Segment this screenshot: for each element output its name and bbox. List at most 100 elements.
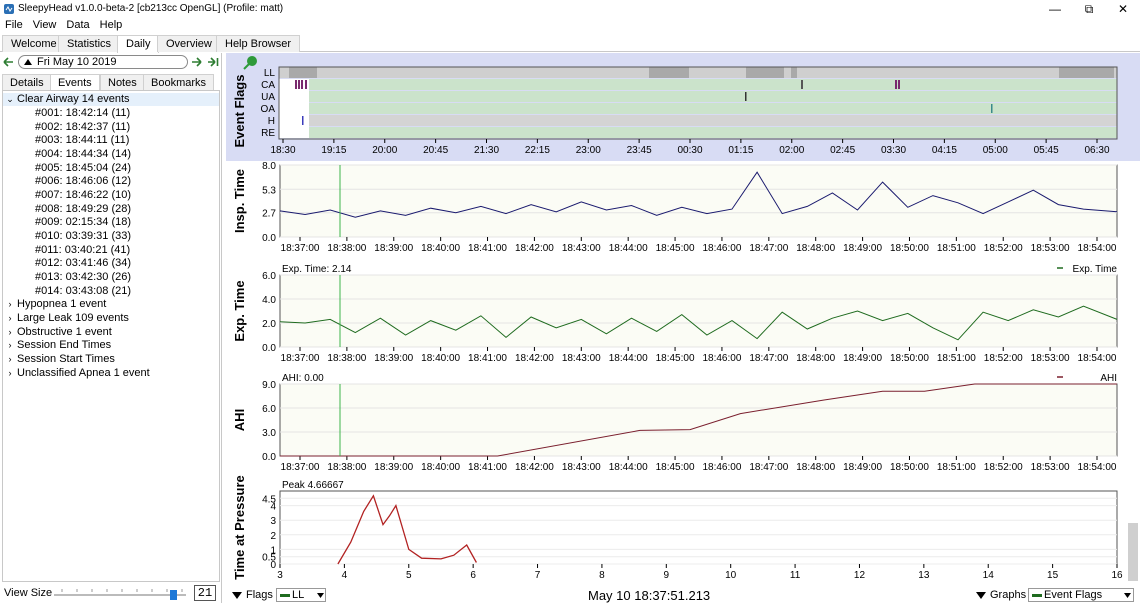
tree-event[interactable]: #012: 03:41:46 (34) xyxy=(35,257,131,270)
x-tick-label: 18:41:00 xyxy=(468,353,507,364)
graphs-toggle-icon[interactable] xyxy=(976,592,986,599)
tab-events[interactable]: Events xyxy=(50,74,100,90)
flag-row-band xyxy=(279,91,1117,102)
flags-tick-label: 01:15 xyxy=(728,145,753,156)
tree-group-label: Obstructive 1 event xyxy=(17,326,112,338)
expand-arrow-icon[interactable]: › xyxy=(3,339,17,352)
x-tick-label: 18:50:00 xyxy=(890,462,929,473)
tree-group-label: Session Start Times xyxy=(17,353,115,365)
graphs-select[interactable]: Event Flags xyxy=(1028,588,1134,602)
tree-event[interactable]: #014: 03:43:08 (21) xyxy=(35,285,131,298)
x-tick-label: 18:39:00 xyxy=(374,462,413,473)
tree-event[interactable]: #005: 18:45:04 (24) xyxy=(35,162,131,175)
menu-bar: File View Data Help xyxy=(0,18,1140,34)
tree-event[interactable]: #008: 18:49:29 (28) xyxy=(35,203,131,216)
graphs-canvas[interactable]: Event Flags LLCAUAOAHRE 18:30 19:15 20:00 20:… xyxy=(226,53,1140,588)
tree-event[interactable]: #011: 03:40:21 (41) xyxy=(35,244,130,257)
x-tick-label: 18:42:00 xyxy=(515,243,554,254)
y-tick-label: 4 xyxy=(270,502,276,513)
menu-help[interactable]: Help xyxy=(95,18,128,31)
flags-tick-label: 23:45 xyxy=(627,145,652,156)
x-tick-label: 18:45:00 xyxy=(656,243,695,254)
title-bar: SleepyHead v1.0.0-beta-2 [cb213cc OpenGL… xyxy=(0,0,1140,18)
x-tick-label: 18:47:00 xyxy=(749,243,788,254)
expand-arrow-icon[interactable]: › xyxy=(3,312,17,325)
flags-toggle-icon[interactable] xyxy=(232,592,242,599)
tree-event[interactable]: #003: 18:44:11 (11) xyxy=(35,134,129,147)
tree-group-clear-airway[interactable]: ⌄ Clear Airway 14 events xyxy=(3,93,219,106)
prev-day-icon[interactable] xyxy=(3,57,15,67)
x-tick-label: 18:54:00 xyxy=(1078,462,1117,473)
menu-data[interactable]: Data xyxy=(61,18,94,31)
graphs-label[interactable]: Graphs xyxy=(990,589,1026,601)
menu-file[interactable]: File xyxy=(0,18,28,31)
flags-label[interactable]: Flags xyxy=(246,589,273,601)
flags-tick-label: 04:15 xyxy=(932,145,957,156)
tree-event[interactable]: #007: 18:46:22 (10) xyxy=(35,189,131,202)
expand-arrow-icon[interactable]: › xyxy=(3,353,17,366)
tree-event[interactable]: #010: 03:39:31 (33) xyxy=(35,230,131,243)
tree-event[interactable]: #009: 02:15:34 (18) xyxy=(35,216,131,229)
y-tick-label: 0.0 xyxy=(262,452,276,463)
x-tick-label: 18:43:00 xyxy=(562,462,601,473)
tab-daily[interactable]: Daily xyxy=(117,35,160,53)
cursor-value-label: Exp. Time: 2.14 xyxy=(282,264,352,275)
tab-statistics[interactable]: Statistics xyxy=(58,35,121,52)
view-size-value[interactable]: 21 xyxy=(194,585,216,601)
tree-group[interactable]: › Session End Times xyxy=(3,339,112,352)
tree-group[interactable]: › Large Leak 109 events xyxy=(3,312,129,325)
tree-group[interactable]: › Hypopnea 1 event xyxy=(3,298,107,311)
x-tick-label: 18:38:00 xyxy=(327,353,366,364)
tab-overview[interactable]: Overview xyxy=(157,35,221,52)
tree-group[interactable]: › Obstructive 1 event xyxy=(3,326,112,339)
flags-select[interactable]: LL xyxy=(276,588,326,602)
tree-event[interactable]: #006: 18:46:06 (12) xyxy=(35,175,131,188)
date-picker[interactable]: Fri May 10 2019 xyxy=(18,55,188,69)
minimize-button[interactable]: — xyxy=(1038,0,1072,18)
graphs-scrollbar[interactable] xyxy=(1128,523,1138,581)
expand-arrow-icon[interactable]: › xyxy=(3,298,17,311)
x-tick-label: 14 xyxy=(983,570,995,581)
calendar-toggle-icon[interactable] xyxy=(24,59,32,65)
expand-arrow-icon[interactable]: › xyxy=(3,326,17,339)
slider-handle[interactable] xyxy=(170,590,177,600)
last-day-icon[interactable] xyxy=(207,57,219,67)
x-tick-label: 10 xyxy=(725,570,737,581)
tab-details[interactable]: Details xyxy=(2,74,52,90)
x-tick-label: 18:47:00 xyxy=(749,353,788,364)
tree-event[interactable]: #001: 18:42:14 (11) xyxy=(35,107,130,120)
menu-view[interactable]: View xyxy=(28,18,62,31)
next-day-icon[interactable] xyxy=(191,57,203,67)
session-start-region xyxy=(279,79,309,138)
y-tick-label: 0.0 xyxy=(262,233,276,244)
chart-axis-label: Exp. Time xyxy=(232,280,247,341)
legend-label: AHI xyxy=(1100,373,1117,384)
large-leak-segment xyxy=(791,67,797,78)
graph-color-swatch xyxy=(1032,594,1042,597)
x-tick-label: 9 xyxy=(664,570,670,581)
chart-frame xyxy=(279,383,1118,457)
close-button[interactable]: ✕ xyxy=(1106,0,1140,18)
flag-row-label: H xyxy=(268,116,275,127)
clear-airway-flag xyxy=(301,80,303,89)
expand-arrow-icon[interactable]: › xyxy=(3,367,17,380)
tree-group[interactable]: › Unclassified Apnea 1 event xyxy=(3,367,150,380)
x-tick-label: 18:49:00 xyxy=(843,462,882,473)
tab-welcome[interactable]: Welcome xyxy=(2,35,66,52)
view-size-slider[interactable] xyxy=(52,589,188,601)
maximize-button[interactable]: ⧉ xyxy=(1072,0,1106,18)
tree-group-label: Unclassified Apnea 1 event xyxy=(17,367,150,379)
x-tick-label: 18:37:00 xyxy=(281,243,320,254)
x-tick-label: 18:46:00 xyxy=(702,353,741,364)
collapse-arrow-icon[interactable]: ⌄ xyxy=(3,93,17,106)
x-tick-label: 18:40:00 xyxy=(421,462,460,473)
tab-notes[interactable]: Notes xyxy=(100,74,145,90)
y-tick-label: 4.0 xyxy=(262,295,276,306)
tab-help-browser[interactable]: Help Browser xyxy=(216,35,301,52)
tree-group[interactable]: › Session Start Times xyxy=(3,353,115,366)
large-leak-segment xyxy=(746,67,784,78)
tree-event[interactable]: #002: 18:42:37 (11) xyxy=(35,121,130,134)
tab-bookmarks[interactable]: Bookmarks xyxy=(143,74,215,90)
tree-event[interactable]: #004: 18:44:34 (14) xyxy=(35,148,131,161)
tree-event[interactable]: #013: 03:42:30 (26) xyxy=(35,271,131,284)
